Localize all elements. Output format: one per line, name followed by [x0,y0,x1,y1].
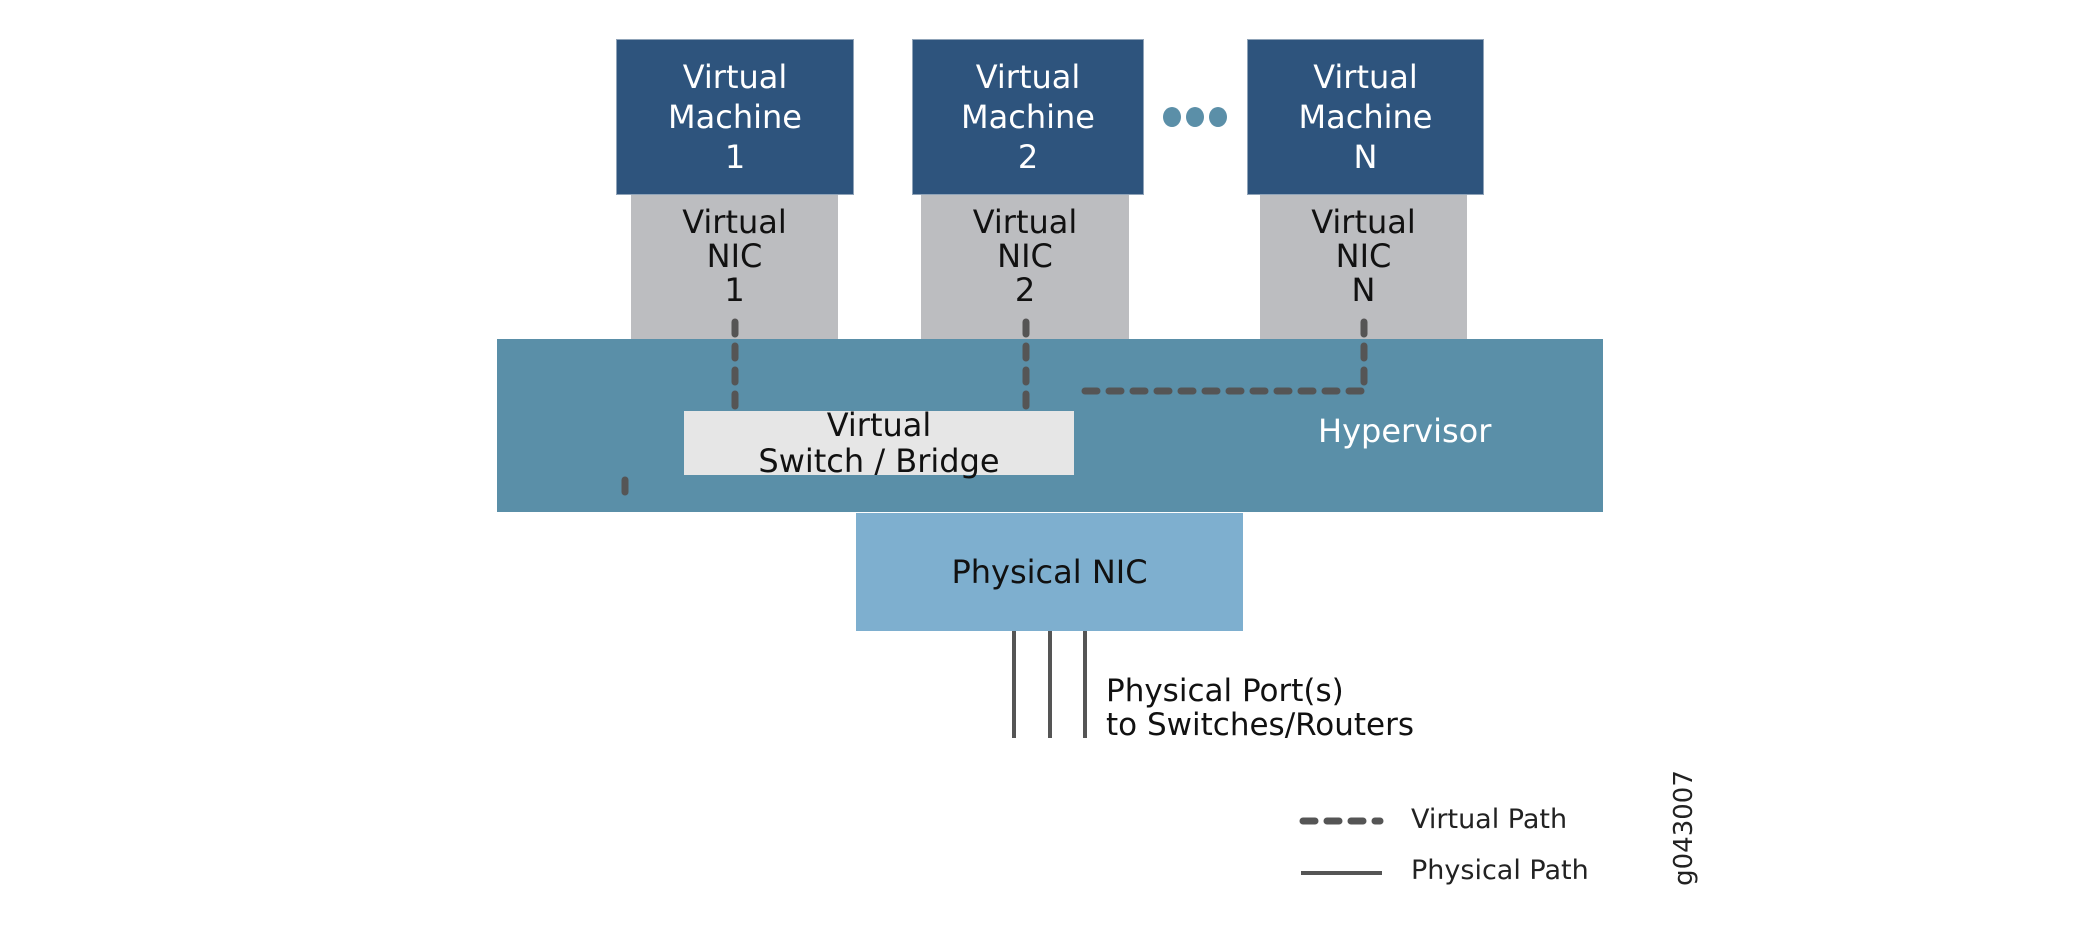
physical-ports-line2: to Switches/Routers [1106,707,1415,743]
figure-id: g043007 [1668,770,1699,886]
ellipsis-dot [1209,107,1227,127]
physical-ports-line1: Physical Port(s) [1106,673,1344,709]
physical-ports-label: Physical Port(s) to Switches/Routers [1106,674,1414,742]
diagram: Hypervisor Virtual Machine 1 Virtual Machin… [0,0,2100,933]
legend-physical-label: Physical Path [1411,855,1589,886]
legend-virtual-label: Virtual Path [1411,804,1568,835]
ellipsis-dot [1186,107,1204,127]
ellipsis-dot [1163,107,1181,127]
connections [621,107,1384,875]
virtual-path-vnicn [1076,318,1368,395]
